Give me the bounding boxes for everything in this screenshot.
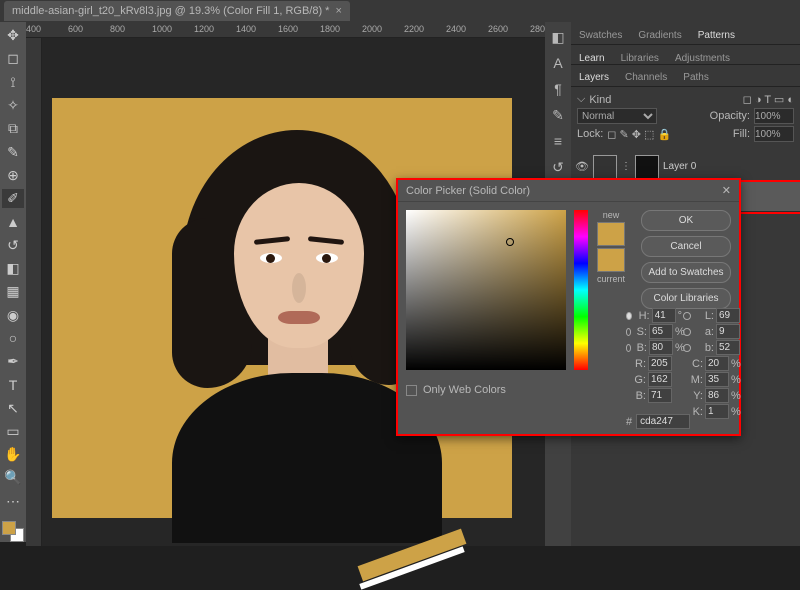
tab-layers[interactable]: Layers xyxy=(571,69,617,86)
para-panel-icon[interactable]: ¶ xyxy=(549,80,567,98)
visibility-icon[interactable]: 👁 xyxy=(575,160,589,173)
crop-tool[interactable]: ⧉ xyxy=(2,119,24,138)
b-radio[interactable] xyxy=(683,344,691,352)
brgb-field[interactable] xyxy=(648,388,672,403)
bhsb-field[interactable] xyxy=(649,340,673,355)
new-label: new xyxy=(603,210,620,220)
k-field[interactable] xyxy=(705,404,729,419)
lock-icons[interactable]: ◻ ✎ ✥ ⬚ 🔒 xyxy=(607,128,671,141)
link-icon: ⋮ xyxy=(621,161,631,172)
shape-tool[interactable]: ▭ xyxy=(2,422,24,441)
lasso-tool[interactable]: ⟟ xyxy=(2,73,24,92)
color-panel-icon[interactable]: ◧ xyxy=(549,28,567,46)
ok-button[interactable]: OK xyxy=(641,210,731,231)
hand-tool[interactable]: ✋ xyxy=(2,445,24,464)
color-field[interactable] xyxy=(406,210,566,370)
eraser-tool[interactable]: ◧ xyxy=(2,259,24,278)
kind-label: ⌵ xyxy=(577,93,585,106)
tab-learn[interactable]: Learn xyxy=(571,50,613,67)
document-tab[interactable]: middle-asian-girl_t20_kRv8l3.jpg @ 19.3%… xyxy=(4,1,350,21)
layer-mask[interactable] xyxy=(635,155,659,179)
l-radio[interactable] xyxy=(683,312,691,320)
history-brush-tool[interactable]: ↺ xyxy=(2,236,24,255)
stamp-tool[interactable]: ▲ xyxy=(2,212,24,231)
char-panel-icon[interactable]: A xyxy=(549,54,567,72)
pen-tool[interactable]: ✒ xyxy=(2,352,24,371)
dialog-title: Color Picker (Solid Color) xyxy=(406,185,530,197)
layer-thumb[interactable] xyxy=(593,155,617,179)
m-field[interactable] xyxy=(705,372,729,387)
path-tool[interactable]: ↖ xyxy=(2,399,24,418)
dodge-tool[interactable]: ○ xyxy=(2,329,24,348)
new-swatch xyxy=(597,222,625,246)
layer-name[interactable]: Layer 0 xyxy=(663,161,696,172)
hex-label: # xyxy=(626,416,632,428)
tab-adjustments[interactable]: Adjustments xyxy=(667,50,738,67)
brush-tool[interactable]: ✐ xyxy=(2,189,24,208)
close-tab-icon[interactable]: × xyxy=(335,5,341,17)
marquee-tool[interactable]: ◻ xyxy=(2,49,24,68)
bb-radio[interactable] xyxy=(626,344,631,352)
close-icon[interactable]: ✕ xyxy=(722,184,731,197)
hue-slider[interactable] xyxy=(574,210,588,370)
s-radio[interactable] xyxy=(626,328,631,336)
a-field[interactable] xyxy=(716,324,740,339)
l-field[interactable] xyxy=(716,308,740,323)
heal-tool[interactable]: ⊕ xyxy=(2,166,24,185)
gradient-tool[interactable]: ▦ xyxy=(2,282,24,301)
type-tool[interactable]: T xyxy=(2,375,24,394)
h-field[interactable] xyxy=(652,308,676,323)
wand-tool[interactable]: ✧ xyxy=(2,96,24,115)
ruler-vertical xyxy=(26,38,42,546)
color-picker-dialog: Color Picker (Solid Color) ✕ new current… xyxy=(396,178,741,436)
g-field[interactable] xyxy=(648,372,672,387)
document-title: middle-asian-girl_t20_kRv8l3.jpg @ 19.3%… xyxy=(12,5,329,17)
blur-tool[interactable]: ◉ xyxy=(2,305,24,324)
current-label: current xyxy=(597,274,625,284)
hex-field[interactable] xyxy=(636,414,690,429)
y-field[interactable] xyxy=(705,388,729,403)
tab-libraries[interactable]: Libraries xyxy=(613,50,667,67)
current-swatch[interactable] xyxy=(597,248,625,272)
align-panel-icon[interactable]: ≡ xyxy=(549,132,567,150)
document-tabbar: middle-asian-girl_t20_kRv8l3.jpg @ 19.3%… xyxy=(0,0,800,22)
only-web-colors-checkbox[interactable] xyxy=(406,385,417,396)
tab-patterns[interactable]: Patterns xyxy=(690,27,743,44)
r-field[interactable] xyxy=(648,356,672,371)
move-tool[interactable]: ✥ xyxy=(2,26,24,45)
eyedropper-tool[interactable]: ✎ xyxy=(2,142,24,161)
toolbox: ✥ ◻ ⟟ ✧ ⧉ ✎ ⊕ ✐ ▲ ↺ ◧ ▦ ◉ ○ ✒ T ↖ ▭ ✋ 🔍 … xyxy=(0,22,26,542)
brush-panel-icon[interactable]: ✎ xyxy=(549,106,567,124)
fill-field[interactable] xyxy=(754,126,794,142)
add-swatch-button[interactable]: Add to Swatches xyxy=(641,262,731,283)
color-libraries-button[interactable]: Color Libraries xyxy=(641,288,731,309)
tab-swatches[interactable]: Swatches xyxy=(571,27,630,44)
history-panel-icon[interactable]: ↺ xyxy=(549,158,567,176)
cancel-button[interactable]: Cancel xyxy=(641,236,731,257)
c-field[interactable] xyxy=(705,356,729,371)
opacity-field[interactable] xyxy=(754,108,794,124)
tab-paths[interactable]: Paths xyxy=(675,69,717,86)
only-web-colors-label: Only Web Colors xyxy=(423,384,506,396)
s-field[interactable] xyxy=(649,324,673,339)
a-radio[interactable] xyxy=(683,328,691,336)
blab-field[interactable] xyxy=(716,340,740,355)
h-radio[interactable] xyxy=(626,312,632,320)
more-tools[interactable]: ⋯ xyxy=(2,492,24,511)
fg-bg-swatch[interactable] xyxy=(2,521,24,542)
tab-gradients[interactable]: Gradients xyxy=(630,27,689,44)
zoom-tool[interactable]: 🔍 xyxy=(2,468,24,487)
tab-channels[interactable]: Channels xyxy=(617,69,675,86)
blend-mode[interactable]: Normal xyxy=(577,108,657,124)
